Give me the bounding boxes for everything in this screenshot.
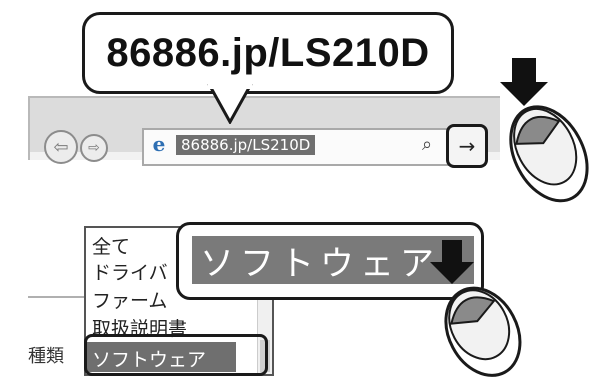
ie-icon: e <box>152 132 166 156</box>
mouse-click-illustration-2 <box>428 240 536 380</box>
mouse-click-illustration <box>494 56 602 208</box>
go-button[interactable]: → <box>446 124 488 168</box>
forward-arrow-icon: ⇨ <box>88 140 100 156</box>
search-icon[interactable]: ⌕ <box>416 134 438 156</box>
dropdown-item-driver[interactable]: ドライバ <box>92 258 168 285</box>
mouse-icon-2 <box>430 240 522 377</box>
mouse-icon <box>500 58 589 203</box>
back-button[interactable]: ⇦ <box>44 130 78 164</box>
go-arrow-icon: → <box>458 134 476 158</box>
dropdown-item-firmware[interactable]: ファーム <box>92 286 167 313</box>
back-arrow-icon: ⇦ <box>53 136 69 158</box>
url-callout: 86886.jp/LS210D <box>82 12 454 94</box>
forward-button[interactable]: ⇨ <box>80 134 108 162</box>
address-bar-text[interactable]: 86886.jp/LS210D <box>176 135 316 155</box>
callout-tail <box>207 84 253 124</box>
divider-line <box>28 296 88 298</box>
selected-item-outline <box>84 334 268 376</box>
type-label: 種類 <box>28 346 64 367</box>
url-callout-text: 86886.jp/LS210D <box>106 30 430 75</box>
dropdown-item-all[interactable]: 全て <box>92 232 130 259</box>
